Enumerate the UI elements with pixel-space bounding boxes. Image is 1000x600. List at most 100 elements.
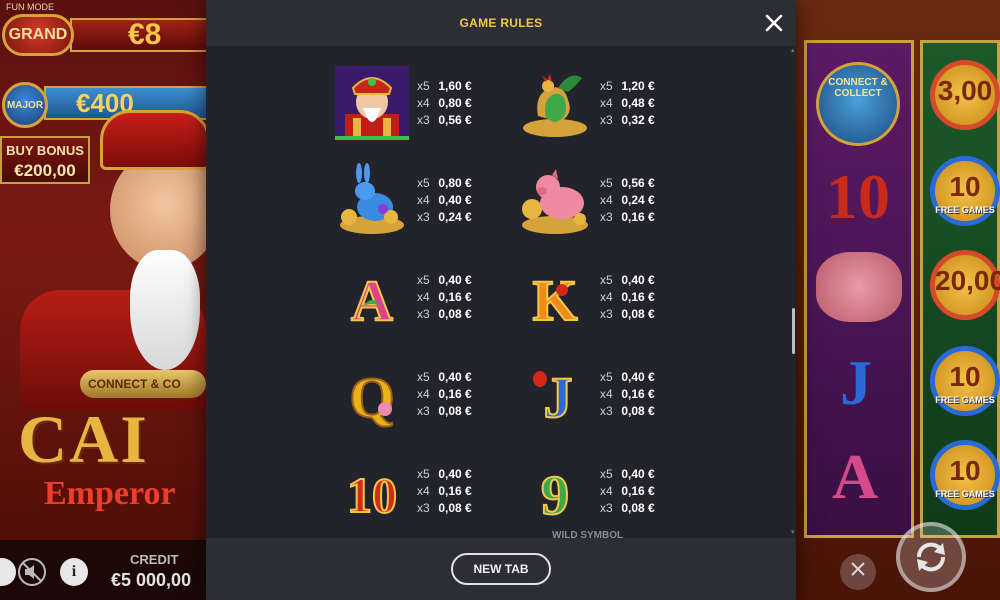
modal-title: GAME RULES — [459, 16, 543, 30]
connect-collect-logo: CONNECT & CO — [80, 370, 206, 398]
payout-list: x5 0,40 € x4 0,16 € x3 0,08 € — [600, 369, 720, 420]
payout-multiplier: x4 — [417, 193, 430, 207]
coin-value: 20,00 — [935, 265, 1000, 296]
paytable-entry-pig: x5 0,56 € x4 0,24 € x3 0,16 € — [518, 163, 778, 243]
payout-amount: 0,40 € — [621, 467, 655, 481]
payout-multiplier: x5 — [417, 79, 430, 93]
payout-line: x5 0,40 € — [600, 272, 720, 289]
scroll-up-icon[interactable]: ▴ — [791, 46, 796, 54]
close-icon — [765, 14, 783, 32]
close-button[interactable] — [762, 11, 786, 35]
coin-sub-label: FREE GAMES — [935, 205, 995, 215]
paytable-entry-j: J x5 0,40 € x4 0,16 € x3 0,08 € — [518, 357, 778, 437]
game-rules-modal: GAME RULES x5 1,60 € x4 0,80 € x3 0,56 €… — [206, 0, 796, 600]
payout-multiplier: x3 — [417, 404, 430, 418]
payout-amount: 0,56 € — [438, 113, 472, 127]
number-9-symbol-icon: 9 — [518, 454, 592, 528]
scroll-thumb[interactable] — [792, 308, 795, 354]
payout-multiplier: x5 — [600, 370, 613, 384]
payout-multiplier: x3 — [417, 307, 430, 321]
game-background-right: CONNECT & COLLECT 10 J A 3,00 10 FREE GA… — [796, 0, 1000, 600]
reel-symbol-j: J — [840, 347, 872, 418]
number-10-symbol-icon: 10 — [335, 454, 409, 528]
payout-amount: 0,16 € — [621, 210, 655, 224]
payout-multiplier: x4 — [417, 290, 430, 304]
payout-amount: 0,16 € — [621, 387, 655, 401]
payout-multiplier: x4 — [600, 387, 613, 401]
payout-multiplier: x3 — [600, 404, 613, 418]
pig-symbol-icon — [518, 163, 592, 237]
payout-amount: 0,80 € — [438, 96, 472, 110]
buy-bonus-button[interactable]: BUY BONUS €200,00 — [0, 136, 90, 184]
info-button[interactable]: i — [60, 558, 88, 586]
payout-amount: 0,48 € — [621, 96, 655, 110]
new-tab-button[interactable]: NEW TAB — [451, 553, 551, 585]
payout-list: x5 0,40 € x4 0,16 € x3 0,08 € — [600, 272, 720, 323]
payout-multiplier: x3 — [600, 113, 613, 127]
grand-jackpot-label: GRAND — [2, 14, 74, 56]
spin-icon — [916, 542, 946, 572]
spin-button[interactable] — [896, 522, 966, 592]
payout-multiplier: x5 — [417, 273, 430, 287]
payout-amount: 0,40 € — [438, 273, 472, 287]
payout-amount: 1,60 € — [438, 79, 472, 93]
credit-label: CREDIT — [130, 552, 179, 567]
coin-symbol: 3,00 — [930, 60, 1000, 130]
fun-mode-label: FUN MODE — [6, 2, 54, 12]
payout-line: x3 0,08 € — [600, 306, 720, 323]
buy-bonus-label: BUY BONUS — [6, 143, 84, 158]
reel-symbol-pig — [816, 252, 902, 322]
payout-amount: 0,24 € — [621, 193, 655, 207]
connect-collect-badge: CONNECT & COLLECT — [816, 62, 900, 146]
payout-list: x5 0,40 € x4 0,16 € x3 0,08 € — [600, 466, 720, 517]
payout-list: x5 1,20 € x4 0,48 € x3 0,32 € — [600, 78, 720, 129]
modal-header: GAME RULES — [206, 0, 796, 46]
payout-amount: 0,08 € — [438, 501, 472, 515]
modal-footer: NEW TAB — [206, 538, 796, 600]
reel-symbol-10: 10 — [826, 161, 890, 232]
payout-multiplier: x4 — [600, 290, 613, 304]
scroll-down-icon[interactable]: ▾ — [791, 528, 796, 536]
modal-scrollbar[interactable]: ▴ ▾ — [791, 46, 796, 538]
payout-multiplier: x5 — [417, 467, 430, 481]
sound-off-icon[interactable] — [18, 558, 46, 586]
turbo-off-icon — [851, 562, 865, 576]
payout-multiplier: x3 — [417, 501, 430, 515]
payout-line: x3 0,08 € — [600, 403, 720, 420]
paytable-entry-9: 9 x5 0,40 € x4 0,16 € x3 0,08 € — [518, 454, 778, 534]
coin-symbol: 20,00 — [930, 250, 1000, 320]
payout-amount: 1,20 € — [621, 79, 655, 93]
payout-multiplier: x3 — [417, 113, 430, 127]
coin-value: 10 — [949, 171, 981, 202]
payout-multiplier: x4 — [417, 96, 430, 110]
payout-amount: 0,08 € — [438, 404, 472, 418]
payout-amount: 0,40 € — [621, 370, 655, 384]
payout-line: x5 1,20 € — [600, 78, 720, 95]
payout-multiplier: x3 — [417, 210, 430, 224]
payout-amount: 0,08 € — [621, 307, 655, 321]
svg-text:J: J — [544, 365, 573, 430]
payout-line: x4 0,48 € — [600, 95, 720, 112]
svg-text:Q: Q — [349, 365, 394, 430]
coin-free-games: 10 FREE GAMES — [930, 440, 1000, 510]
payout-line: x4 0,16 € — [600, 289, 720, 306]
payout-amount: 0,16 € — [438, 387, 472, 401]
payout-amount: 0,40 € — [438, 370, 472, 384]
paytable-entry-k: K x5 0,40 € x4 0,16 € x3 0,08 € — [518, 260, 778, 340]
modal-body[interactable]: x5 1,60 € x4 0,80 € x3 0,56 € x5 1,20 € … — [206, 46, 796, 538]
rooster-symbol-icon — [518, 66, 592, 140]
info-icon: i — [71, 563, 77, 580]
paytable-entry-rooster: x5 1,20 € x4 0,48 € x3 0,32 € — [518, 66, 778, 146]
turbo-button[interactable] — [840, 554, 876, 590]
svg-text:K: K — [532, 268, 577, 333]
payout-multiplier: x5 — [600, 176, 613, 190]
coin-sub-label: FREE GAMES — [935, 489, 995, 499]
payout-multiplier: x5 — [600, 273, 613, 287]
payout-amount: 0,40 € — [438, 467, 472, 481]
payout-line: x3 0,08 € — [600, 500, 720, 517]
letter-k-symbol-icon: K — [518, 260, 592, 334]
credit-value: €5 000,00 — [111, 570, 192, 590]
svg-text:10: 10 — [347, 467, 397, 523]
grand-jackpot-value: €8 — [70, 18, 206, 52]
payout-multiplier: x4 — [600, 193, 613, 207]
